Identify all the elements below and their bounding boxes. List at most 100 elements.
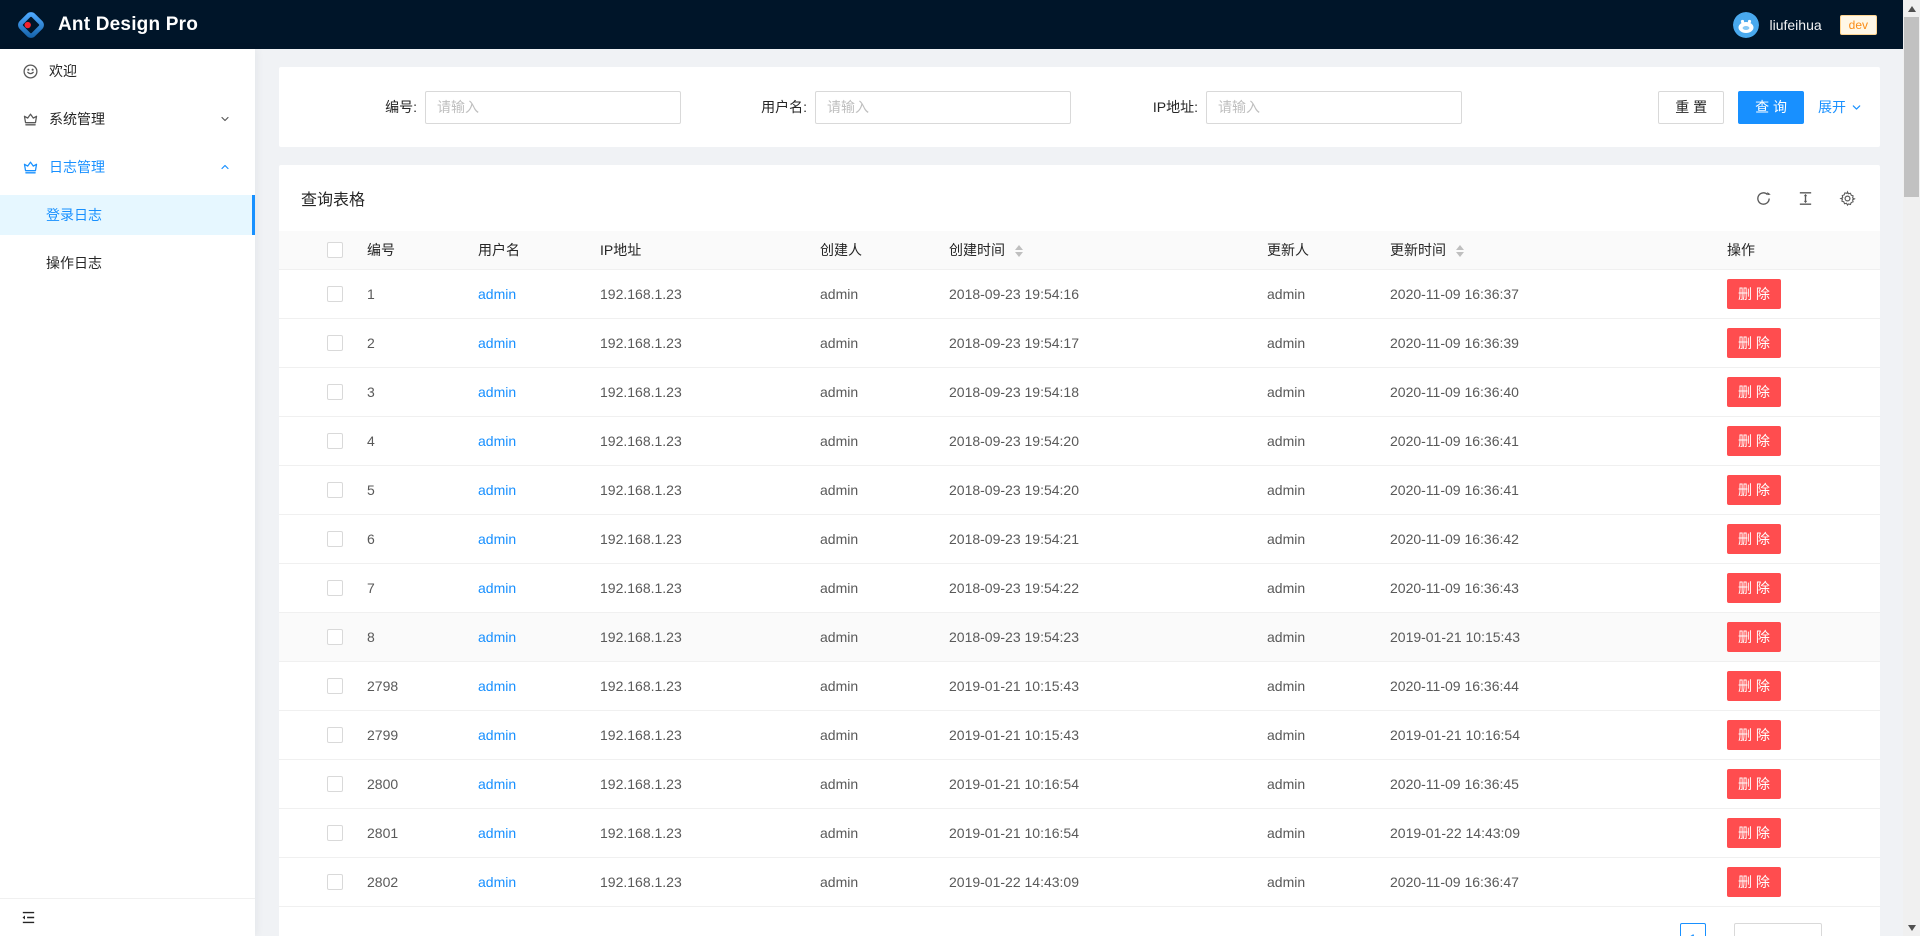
username-link[interactable]: admin bbox=[478, 678, 516, 694]
cell-creator: admin bbox=[804, 661, 933, 710]
cell-creator: admin bbox=[804, 759, 933, 808]
reload-icon[interactable] bbox=[1755, 190, 1772, 207]
expand-toggle[interactable]: 展开 bbox=[1818, 97, 1862, 117]
username-input[interactable] bbox=[815, 91, 1071, 124]
delete-button[interactable]: 删 除 bbox=[1727, 377, 1781, 407]
cell-action: 删 除 bbox=[1711, 465, 1880, 514]
delete-button[interactable]: 删 除 bbox=[1727, 279, 1781, 309]
username-link[interactable]: admin bbox=[478, 629, 516, 645]
sidebar-item-operation-log[interactable]: 操作日志 bbox=[0, 243, 255, 283]
row-select-cell bbox=[279, 367, 351, 416]
cell-action: 删 除 bbox=[1711, 367, 1880, 416]
scrollbar-down-arrow[interactable] bbox=[1903, 919, 1920, 936]
scrollbar-up-arrow[interactable] bbox=[1903, 0, 1920, 17]
table-header-row: 编号 用户名 IP地址 创建人 创建时间 更新人 更新时间 bbox=[279, 231, 1880, 269]
row-checkbox[interactable] bbox=[327, 335, 343, 351]
column-height-icon[interactable] bbox=[1797, 190, 1814, 207]
delete-button[interactable]: 删 除 bbox=[1727, 671, 1781, 701]
query-button[interactable]: 查 询 bbox=[1738, 91, 1804, 124]
table-row: 1 admin 192.168.1.23 admin 2018-09-23 19… bbox=[279, 269, 1880, 318]
main-content: 编号: 用户名: IP地址: 重 置 查 询 展开 bbox=[255, 49, 1903, 936]
username-link[interactable]: admin bbox=[478, 776, 516, 792]
row-checkbox[interactable] bbox=[327, 776, 343, 792]
table-row: 2799 admin 192.168.1.23 admin 2019-01-21… bbox=[279, 710, 1880, 759]
username-link[interactable]: admin bbox=[478, 482, 516, 498]
delete-button[interactable]: 删 除 bbox=[1727, 328, 1781, 358]
delete-button[interactable]: 删 除 bbox=[1727, 867, 1781, 897]
row-checkbox[interactable] bbox=[327, 825, 343, 841]
cell-ip: 192.168.1.23 bbox=[584, 612, 804, 661]
sidebar-item-log-mgmt[interactable]: 日志管理 bbox=[0, 147, 255, 187]
cell-creator: admin bbox=[804, 416, 933, 465]
row-checkbox[interactable] bbox=[327, 433, 343, 449]
cell-updater: admin bbox=[1251, 759, 1374, 808]
row-checkbox[interactable] bbox=[327, 678, 343, 694]
row-select-cell bbox=[279, 857, 351, 906]
app-logo[interactable]: Ant Design Pro bbox=[16, 10, 198, 40]
cell-update-time: 2019-01-21 10:15:43 bbox=[1374, 612, 1711, 661]
row-checkbox[interactable] bbox=[327, 384, 343, 400]
row-checkbox[interactable] bbox=[327, 580, 343, 596]
crown-icon bbox=[22, 159, 39, 176]
username-link[interactable]: admin bbox=[478, 874, 516, 890]
sorter-icon[interactable] bbox=[1456, 245, 1464, 257]
select-all-checkbox[interactable] bbox=[327, 242, 343, 258]
cell-create-time: 2018-09-23 19:54:23 bbox=[933, 612, 1251, 661]
cell-ip: 192.168.1.23 bbox=[584, 416, 804, 465]
table-row: 2798 admin 192.168.1.23 admin 2019-01-21… bbox=[279, 661, 1880, 710]
row-checkbox[interactable] bbox=[327, 531, 343, 547]
sidebar-item-system-mgmt[interactable]: 系统管理 bbox=[0, 99, 255, 139]
username-link[interactable]: admin bbox=[478, 580, 516, 596]
row-select-cell bbox=[279, 318, 351, 367]
sidebar-item-welcome[interactable]: 欢迎 bbox=[0, 51, 255, 91]
delete-button[interactable]: 删 除 bbox=[1727, 818, 1781, 848]
settings-gear-icon[interactable] bbox=[1839, 190, 1856, 207]
cell-creator: admin bbox=[804, 318, 933, 367]
app-title: Ant Design Pro bbox=[58, 14, 198, 36]
table-row: 4 admin 192.168.1.23 admin 2018-09-23 19… bbox=[279, 416, 1880, 465]
ip-input[interactable] bbox=[1206, 91, 1462, 124]
column-header-update-time[interactable]: 更新时间 bbox=[1374, 231, 1711, 269]
column-header-label: 更新时间 bbox=[1390, 242, 1446, 258]
delete-button[interactable]: 删 除 bbox=[1727, 426, 1781, 456]
pagination-current-page[interactable]: 1 bbox=[1680, 923, 1706, 936]
username-link[interactable]: admin bbox=[478, 433, 516, 449]
row-select-cell bbox=[279, 514, 351, 563]
row-checkbox[interactable] bbox=[327, 874, 343, 890]
row-checkbox[interactable] bbox=[327, 286, 343, 302]
username-link[interactable]: admin bbox=[478, 531, 516, 547]
cell-updater: admin bbox=[1251, 465, 1374, 514]
delete-button[interactable]: 删 除 bbox=[1727, 524, 1781, 554]
menu-fold-icon[interactable] bbox=[20, 909, 37, 926]
username-link[interactable]: admin bbox=[478, 286, 516, 302]
id-label: 编号: bbox=[385, 97, 417, 117]
column-header-create-time[interactable]: 创建时间 bbox=[933, 231, 1251, 269]
sidebar-item-login-log[interactable]: 登录日志 bbox=[0, 195, 255, 235]
sorter-icon[interactable] bbox=[1015, 245, 1023, 257]
username-link[interactable]: admin bbox=[478, 825, 516, 841]
sidebar-item-label: 登录日志 bbox=[46, 205, 102, 225]
page-scrollbar[interactable] bbox=[1903, 0, 1920, 936]
page-size-select[interactable] bbox=[1734, 923, 1822, 936]
delete-button[interactable]: 删 除 bbox=[1727, 573, 1781, 603]
row-checkbox[interactable] bbox=[327, 629, 343, 645]
delete-button[interactable]: 删 除 bbox=[1727, 720, 1781, 750]
row-checkbox[interactable] bbox=[327, 482, 343, 498]
username-link[interactable]: admin bbox=[478, 335, 516, 351]
username-link[interactable]: admin bbox=[478, 727, 516, 743]
delete-button[interactable]: 删 除 bbox=[1727, 769, 1781, 799]
cell-updater: admin bbox=[1251, 416, 1374, 465]
username-link[interactable]: admin bbox=[478, 384, 516, 400]
id-input[interactable] bbox=[425, 91, 681, 124]
cell-id: 2802 bbox=[351, 857, 462, 906]
delete-button[interactable]: 删 除 bbox=[1727, 622, 1781, 652]
user-menu[interactable]: liufeihua bbox=[1733, 12, 1821, 38]
row-checkbox[interactable] bbox=[327, 727, 343, 743]
reset-button[interactable]: 重 置 bbox=[1658, 91, 1724, 124]
cell-ip: 192.168.1.23 bbox=[584, 318, 804, 367]
delete-button[interactable]: 删 除 bbox=[1727, 475, 1781, 505]
scrollbar-thumb[interactable] bbox=[1904, 17, 1919, 197]
table-row: 3 admin 192.168.1.23 admin 2018-09-23 19… bbox=[279, 367, 1880, 416]
query-table: 编号 用户名 IP地址 创建人 创建时间 更新人 更新时间 bbox=[279, 231, 1880, 907]
cell-updater: admin bbox=[1251, 318, 1374, 367]
